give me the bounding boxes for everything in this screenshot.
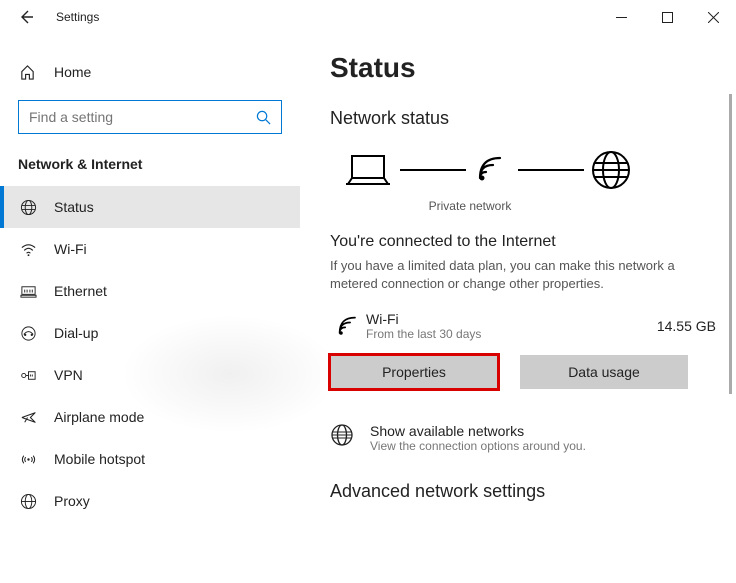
wifi-icon — [20, 241, 37, 258]
sidebar-item-dialup[interactable]: Dial-up — [0, 312, 300, 354]
sidebar-item-label: Airplane mode — [54, 409, 144, 425]
sidebar-item-airplane[interactable]: Airplane mode — [0, 396, 300, 438]
globe-icon — [330, 423, 354, 447]
search-input[interactable] — [18, 100, 282, 134]
close-button[interactable] — [690, 0, 736, 34]
available-networks-title: Show available networks — [370, 423, 586, 439]
globe-icon — [590, 149, 632, 191]
connected-title: You're connected to the Internet — [330, 233, 736, 251]
network-status-heading: Network status — [330, 108, 736, 129]
main-content: Status Network status Private network Yo… — [300, 34, 736, 583]
home-label: Home — [54, 64, 91, 80]
laptop-icon — [342, 150, 394, 190]
show-available-networks[interactable]: Show available networks View the connect… — [330, 423, 736, 453]
sidebar-item-label: VPN — [54, 367, 83, 383]
page-title: Status — [330, 52, 736, 84]
network-diagram — [330, 149, 736, 191]
airplane-icon — [20, 409, 37, 426]
section-header: Network & Internet — [0, 156, 300, 172]
sidebar-item-label: Wi-Fi — [54, 241, 87, 257]
dialup-icon — [20, 325, 37, 342]
connection-name: Wi-Fi — [366, 311, 657, 327]
wifi-signal-icon — [334, 312, 362, 340]
scrollbar[interactable] — [729, 94, 732, 394]
search-icon — [256, 110, 271, 125]
maximize-button[interactable] — [644, 0, 690, 34]
sidebar-item-label: Mobile hotspot — [54, 451, 145, 467]
available-networks-desc: View the connection options around you. — [370, 439, 586, 453]
sidebar-item-vpn[interactable]: VPN — [0, 354, 300, 396]
home-link[interactable]: Home — [0, 54, 300, 90]
wifi-signal-icon — [472, 150, 512, 190]
window-controls — [598, 0, 736, 34]
advanced-settings-heading: Advanced network settings — [330, 481, 736, 502]
sidebar-item-label: Status — [54, 199, 94, 215]
connection-line — [518, 169, 584, 171]
properties-button[interactable]: Properties — [330, 355, 498, 389]
minimize-button[interactable] — [598, 0, 644, 34]
maximize-icon — [662, 12, 673, 23]
sidebar-item-hotspot[interactable]: Mobile hotspot — [0, 438, 300, 480]
network-name: Private network — [330, 199, 610, 213]
hotspot-icon — [20, 451, 37, 468]
window-title: Settings — [56, 10, 99, 24]
ethernet-icon — [20, 283, 37, 300]
search-field[interactable] — [29, 109, 256, 125]
sidebar-item-wifi[interactable]: Wi-Fi — [0, 228, 300, 270]
sidebar-item-label: Ethernet — [54, 283, 107, 299]
sidebar-item-label: Dial-up — [54, 325, 98, 341]
arrow-left-icon — [18, 9, 34, 25]
minimize-icon — [616, 12, 627, 23]
close-icon — [708, 12, 719, 23]
sidebar-item-proxy[interactable]: Proxy — [0, 480, 300, 522]
connection-line — [400, 169, 466, 171]
connection-period: From the last 30 days — [366, 327, 657, 341]
connected-description: If you have a limited data plan, you can… — [330, 257, 710, 293]
back-button[interactable] — [14, 5, 38, 29]
proxy-icon — [20, 493, 37, 510]
titlebar: Settings — [0, 0, 736, 34]
sidebar-item-status[interactable]: Status — [0, 186, 300, 228]
sidebar: Home Network & Internet Status Wi-Fi Eth… — [0, 34, 300, 583]
vpn-icon — [20, 367, 37, 384]
globe-icon — [20, 199, 37, 216]
button-row: Properties Data usage — [330, 355, 736, 389]
sidebar-item-ethernet[interactable]: Ethernet — [0, 270, 300, 312]
sidebar-item-label: Proxy — [54, 493, 90, 509]
data-amount: 14.55 GB — [657, 318, 736, 334]
data-usage-button[interactable]: Data usage — [520, 355, 688, 389]
connection-row: Wi-Fi From the last 30 days 14.55 GB — [330, 311, 736, 341]
home-icon — [19, 64, 36, 81]
